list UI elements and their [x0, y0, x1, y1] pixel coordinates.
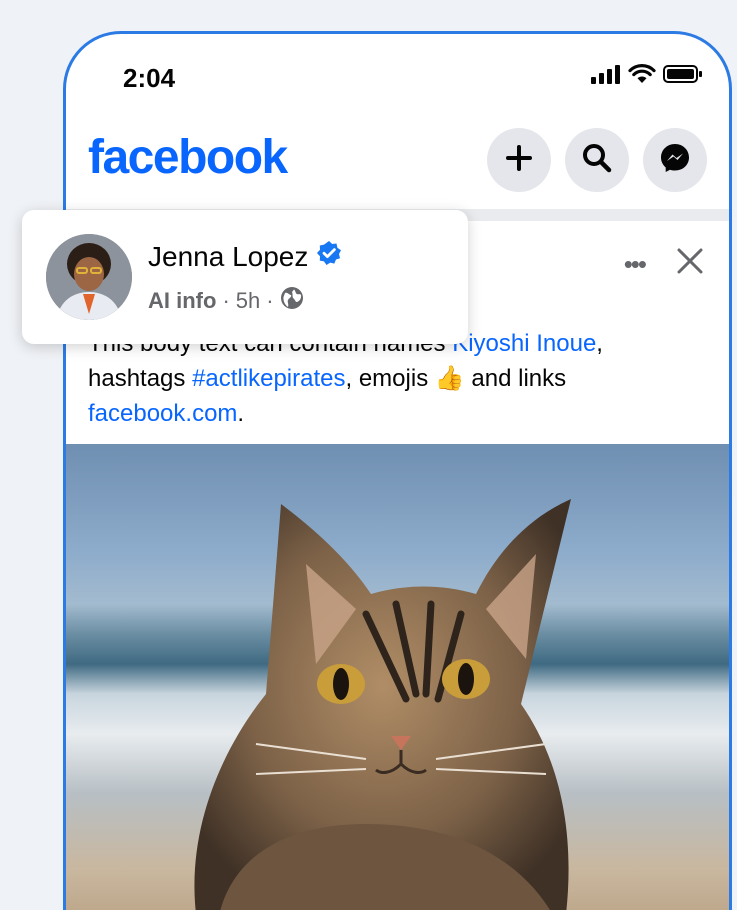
globe-icon: [280, 286, 304, 316]
status-bar: 2:04: [66, 34, 729, 114]
search-button[interactable]: [565, 128, 629, 192]
facebook-link[interactable]: facebook.com: [88, 400, 237, 427]
post-actions: •••: [624, 246, 705, 281]
plus-icon: [504, 143, 534, 178]
profile-name-row: Jenna Lopez: [148, 240, 342, 273]
body-text-links: and links: [464, 365, 567, 392]
close-icon[interactable]: [675, 246, 705, 281]
verified-badge-icon: [316, 240, 342, 273]
meta-separator: ·: [222, 288, 230, 313]
messenger-button[interactable]: [643, 128, 707, 192]
thumbs-up-emoji: 👍: [434, 365, 465, 392]
cat-illustration: [194, 499, 571, 910]
signal-icon: [591, 64, 621, 89]
status-time: 2:04: [123, 63, 176, 93]
profile-card[interactable]: Jenna Lopez AI info · 5h ·: [22, 210, 468, 344]
phone-frame: 2:04 facebook ••• Kiyoshi Inoue, hashtag…: [63, 31, 732, 910]
profile-name[interactable]: Jenna Lopez: [148, 241, 308, 273]
search-icon: [581, 142, 613, 179]
ai-info-label[interactable]: AI info: [148, 288, 216, 314]
body-end: .: [237, 400, 245, 427]
app-header: facebook: [66, 126, 729, 206]
battery-icon: [663, 64, 703, 89]
profile-meta: AI info · 5h ·: [148, 286, 304, 316]
messenger-icon: [658, 141, 692, 180]
meta-separator: ·: [266, 288, 274, 313]
hashtag-link[interactable]: #actlikepirates: [192, 365, 345, 392]
mention-link[interactable]: Kiyoshi Inoue: [452, 330, 596, 357]
status-icons: [591, 64, 703, 89]
post-image[interactable]: [66, 444, 729, 910]
avatar[interactable]: [46, 234, 132, 320]
body-text-emojis: , emojis: [345, 365, 435, 392]
wifi-icon: [628, 64, 656, 89]
more-icon[interactable]: •••: [624, 251, 647, 277]
post-time[interactable]: 5h: [236, 288, 260, 314]
facebook-logo[interactable]: facebook: [88, 130, 288, 185]
create-button[interactable]: [487, 128, 551, 192]
